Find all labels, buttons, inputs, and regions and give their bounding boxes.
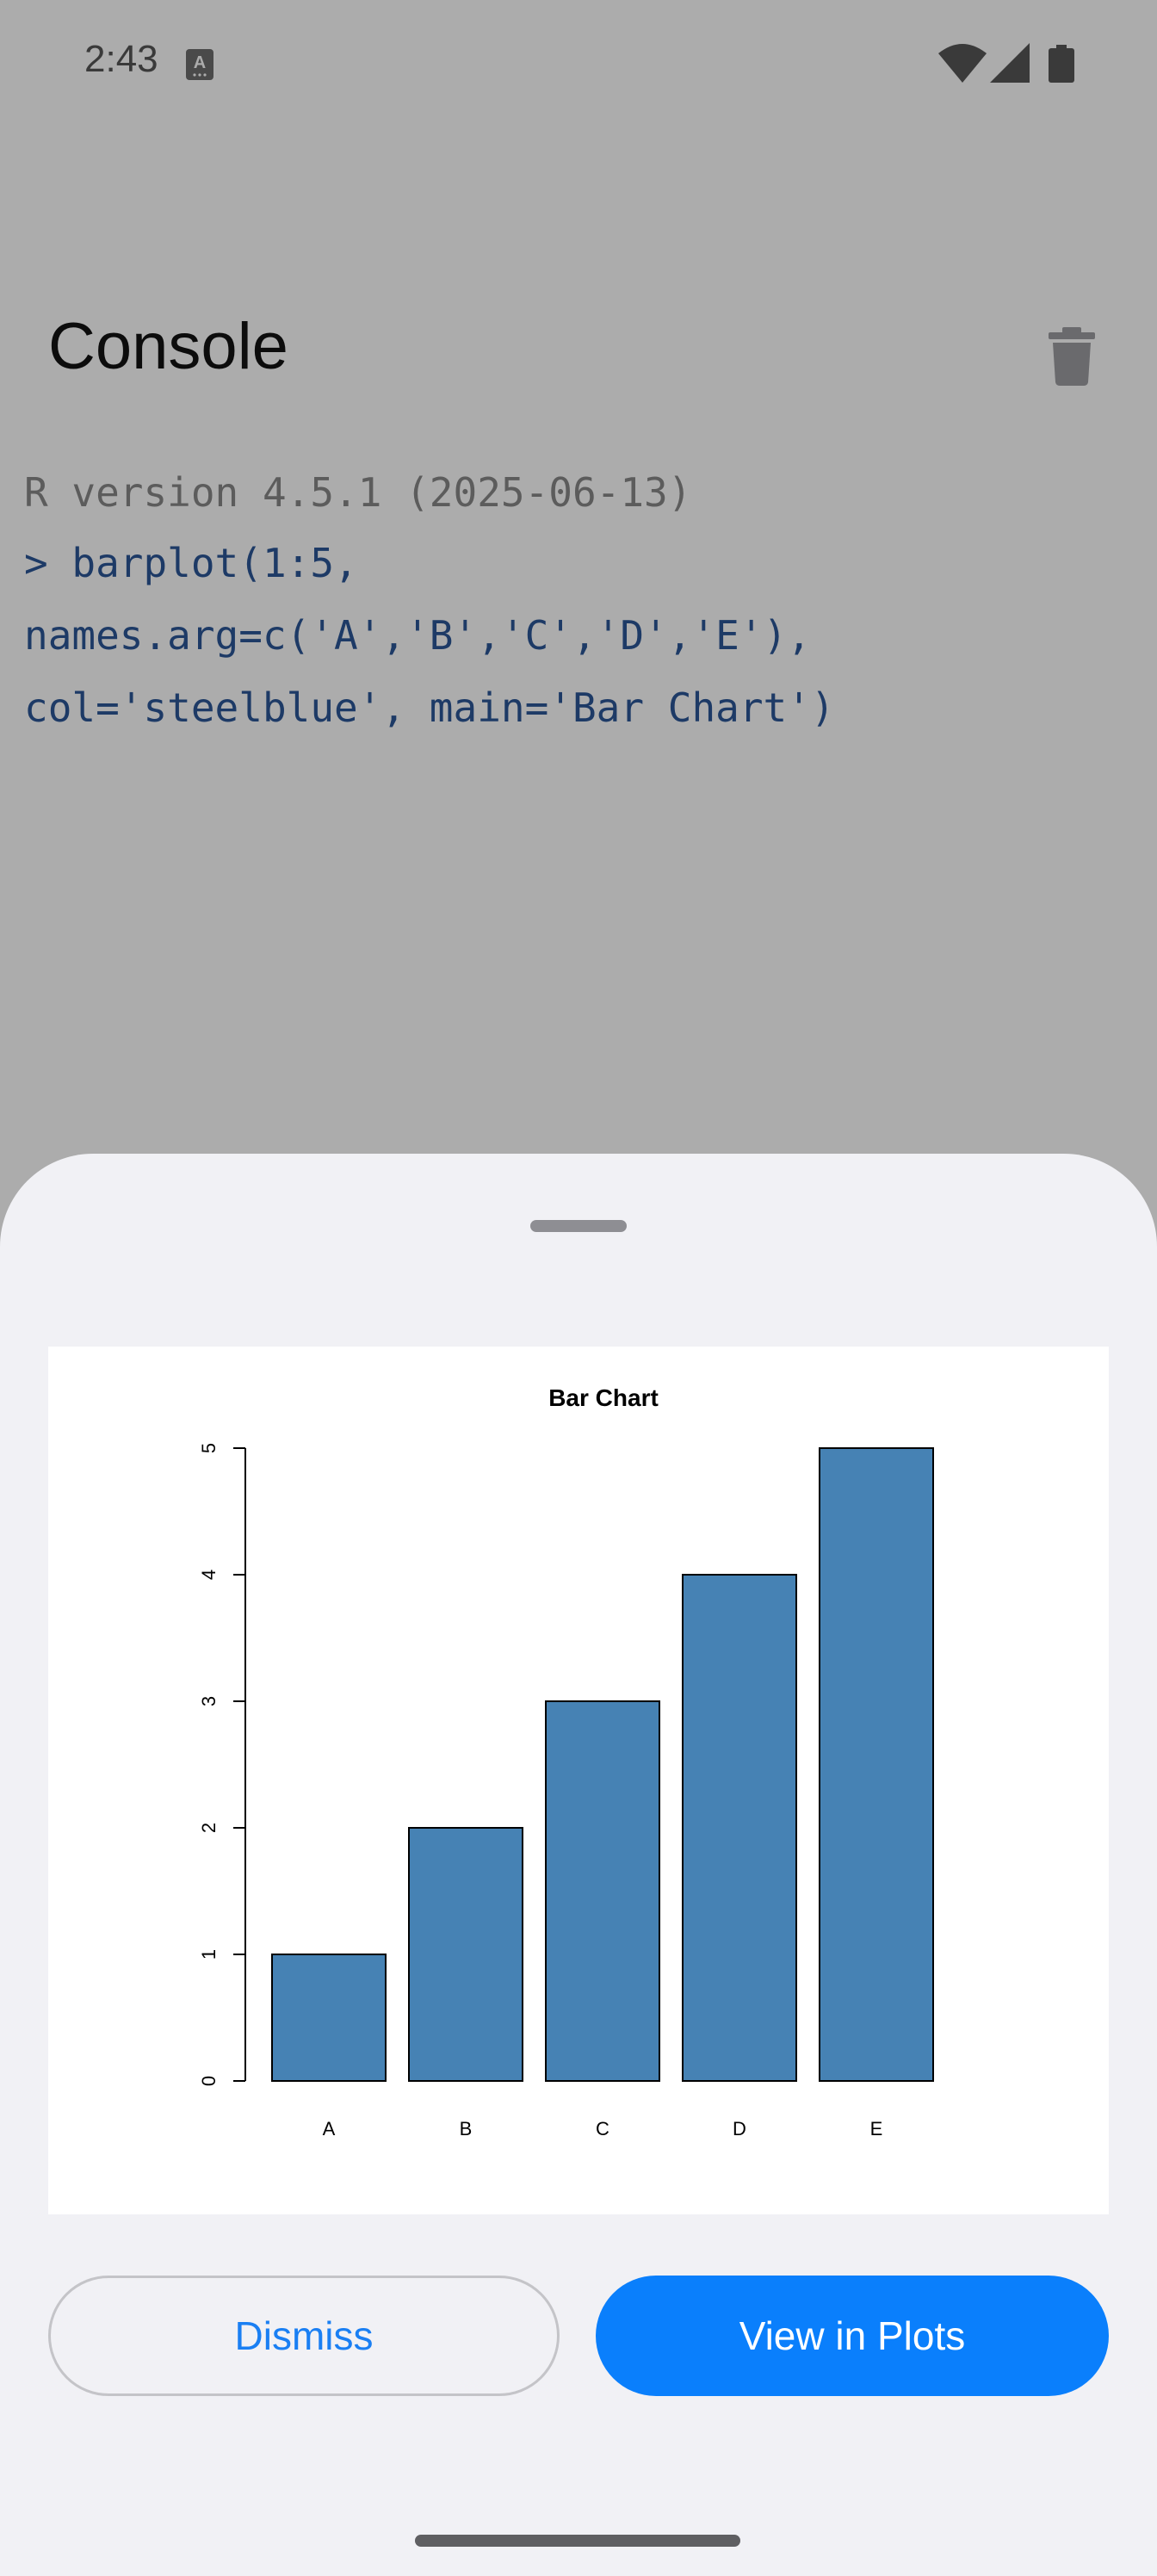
chart-title: Bar Chart [548, 1384, 659, 1411]
keyboard-badge-icon: A [186, 49, 213, 84]
command-line: > barplot(1:5, [24, 540, 358, 586]
command-line: names.arg=c('A','B','C','D','E'), [24, 612, 811, 659]
x-tick-label: C [596, 2118, 609, 2139]
trash-icon[interactable] [1049, 327, 1095, 386]
bar [819, 1447, 934, 2082]
x-tick-label: E [870, 2118, 883, 2139]
bar [408, 1827, 523, 2082]
console-output: R version 4.5.1 (2025-06-13) > barplot(1… [24, 458, 1135, 744]
bar [545, 1700, 660, 2082]
x-tick-label: B [460, 2118, 473, 2139]
y-tick-label: 1 [198, 1949, 220, 1960]
battery-icon [1049, 45, 1074, 87]
y-tick-label: 3 [198, 1696, 220, 1706]
wifi-icon [938, 43, 987, 87]
y-tick-label: 4 [198, 1570, 220, 1580]
drag-handle[interactable] [530, 1220, 627, 1232]
dismiss-button[interactable]: Dismiss [48, 2276, 560, 2396]
home-indicator[interactable] [415, 2535, 740, 2547]
plot-card: Bar Chart 0 1 2 3 4 5 A B C D E [48, 1347, 1109, 2214]
x-tick-label: A [323, 2118, 336, 2139]
status-time: 2:43 [84, 38, 158, 80]
svg-text:A: A [194, 53, 206, 72]
y-tick-label: 2 [198, 1823, 220, 1833]
y-tick-label: 5 [198, 1443, 220, 1453]
page-title: Console [48, 310, 288, 383]
command-line: col='steelblue', main='Bar Chart') [24, 684, 835, 731]
bar [271, 1954, 387, 2082]
x-tick-label: D [733, 2118, 746, 2139]
bar [682, 1574, 797, 2082]
bar-chart: Bar Chart 0 1 2 3 4 5 A B C D E [198, 1384, 934, 2139]
cell-signal-icon [990, 43, 1030, 87]
version-line: R version 4.5.1 (2025-06-13) [24, 469, 692, 516]
view-in-plots-button[interactable]: View in Plots [596, 2276, 1109, 2396]
y-tick-label: 0 [198, 2076, 220, 2086]
status-bar: 2:43 A [0, 0, 1157, 129]
